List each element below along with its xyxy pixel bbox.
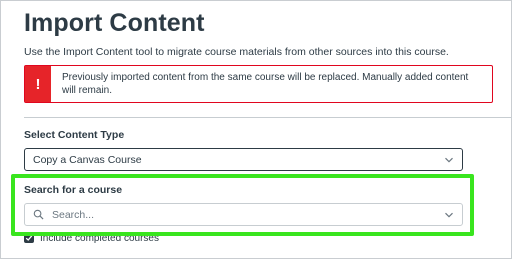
- page-description: Use the Import Content tool to migrate c…: [24, 46, 449, 58]
- chevron-down-icon: [445, 157, 453, 163]
- content-type-label: Select Content Type: [24, 129, 125, 141]
- warning-icon: !: [25, 66, 51, 102]
- content-type-select[interactable]: Copy a Canvas Course: [24, 148, 463, 171]
- content-type-selected-value: Copy a Canvas Course: [33, 153, 142, 166]
- section-divider: [24, 117, 512, 118]
- alert-message: Previously imported content from the sam…: [62, 72, 469, 96]
- annotation-highlight-box: [11, 174, 474, 236]
- page-title: Import Content: [24, 9, 205, 37]
- warning-alert: ! Previously imported content from the s…: [24, 65, 493, 103]
